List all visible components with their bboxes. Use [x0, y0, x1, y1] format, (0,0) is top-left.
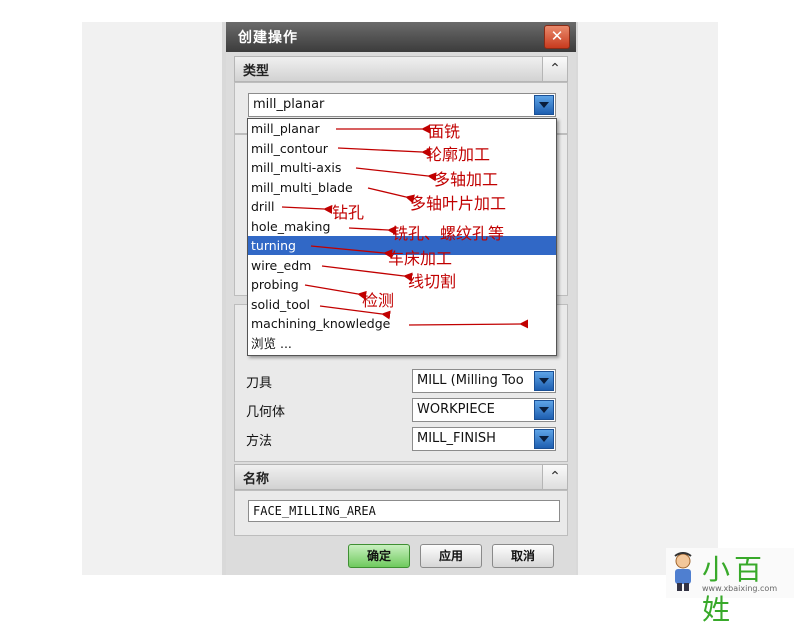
- site-logo: 小百姓 www.xbaixing.com: [666, 548, 794, 626]
- annotation-drill: 钻孔: [332, 203, 365, 222]
- annotation-face-milling: 面铣: [428, 122, 461, 141]
- annotation-contour: 轮廓加工: [426, 145, 491, 164]
- annotation-probing: 检测: [362, 291, 395, 310]
- arrow-probing: [304, 284, 367, 300]
- mascot-icon: [674, 552, 692, 591]
- annotation-multi-axis: 多轴加工: [434, 170, 499, 189]
- arrow-drill: [281, 204, 333, 214]
- logo-url-text: www.xbaixing.com: [702, 584, 778, 593]
- annotation-turning: 车床加工: [388, 249, 453, 268]
- arrow-hole-making: [348, 225, 397, 235]
- annotation-hole-making: 铣孔、螺纹孔等: [392, 224, 505, 243]
- arrow-machining-knowledge: [408, 319, 529, 329]
- arrow-mill-multi-blade: [367, 187, 416, 204]
- arrow-mill-contour: [337, 147, 431, 157]
- annotation-multi-blade: 多轴叶片加工: [410, 194, 507, 213]
- arrow-turning: [310, 245, 393, 259]
- arrow-mill-multi-axis: [355, 167, 437, 182]
- annotation-arrows: [281, 124, 529, 329]
- annotation-wire-edm: 线切割: [408, 272, 457, 291]
